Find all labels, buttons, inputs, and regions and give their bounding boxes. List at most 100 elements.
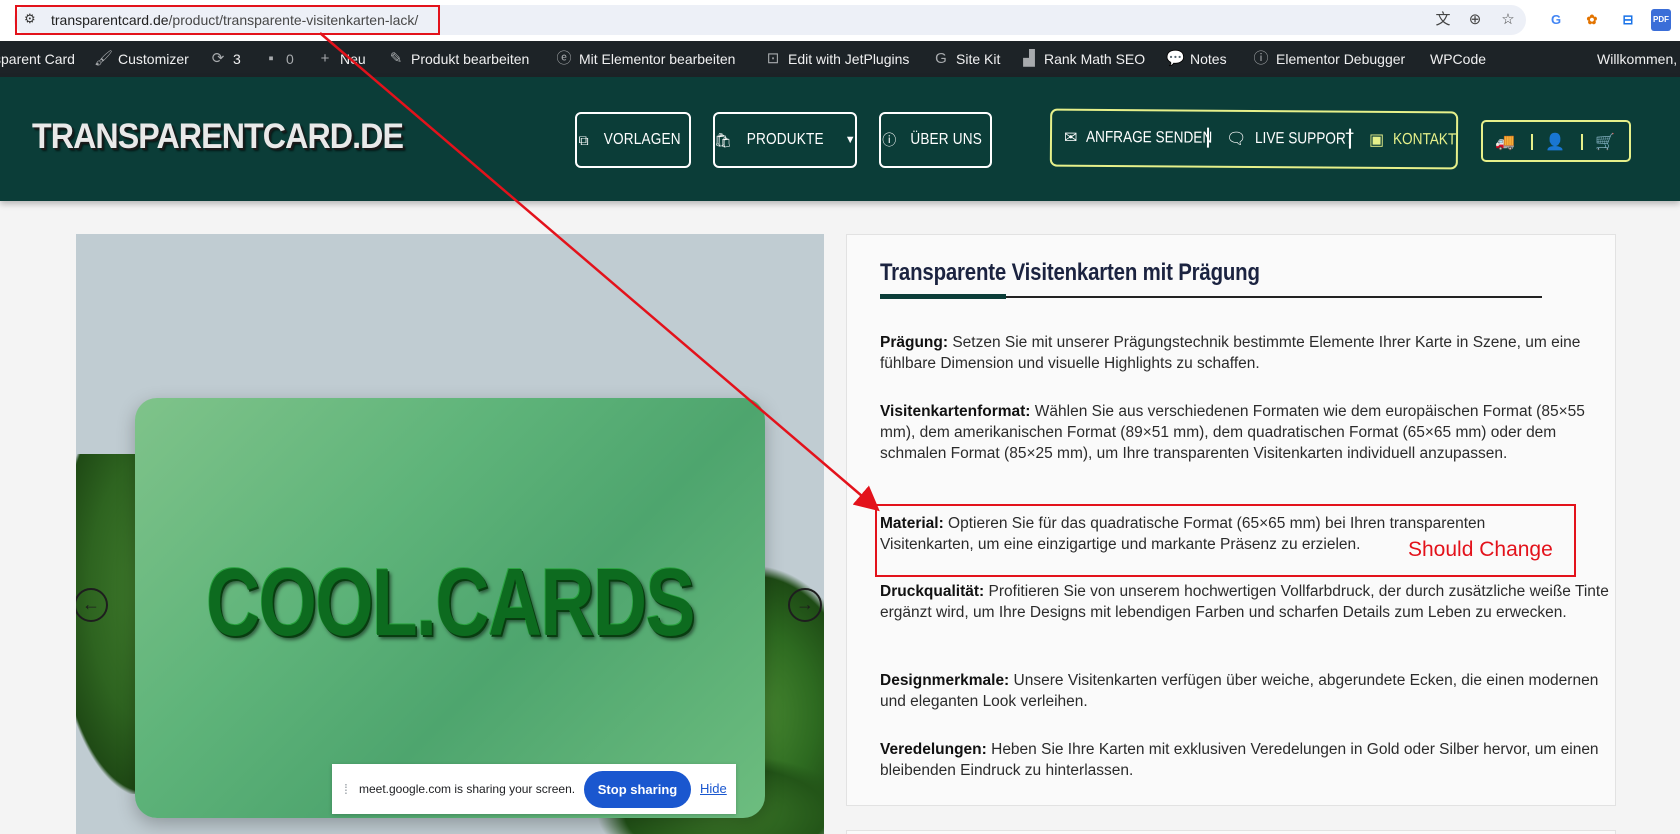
next-panel-edge bbox=[846, 830, 1616, 834]
admin-comments[interactable]: ▪ 0 bbox=[262, 41, 294, 77]
share-message: meet.google.com is sharing your screen. bbox=[359, 782, 576, 796]
cta-divider bbox=[1348, 128, 1352, 149]
product-gallery: COOL.CARDS ← → bbox=[76, 234, 824, 834]
cta-divider bbox=[1206, 127, 1210, 148]
feature-text: Heben Sie Ihre Karten mit exklusiven Ver… bbox=[880, 741, 1599, 779]
new-label: Neu bbox=[340, 51, 366, 67]
next-arrow-icon[interactable]: → bbox=[788, 588, 822, 622]
feature-paragraph: Designmerkmale: Unsere Visitenkarten ver… bbox=[880, 670, 1616, 712]
welcome-label: Willkommen, bbox=[1597, 51, 1678, 67]
edit-product-label: Produkt bearbeiten bbox=[411, 51, 530, 67]
info-icon: ⓘ bbox=[1253, 50, 1269, 67]
chat-icon: 💬 bbox=[1166, 50, 1185, 67]
chevron-down-icon: ▼ bbox=[844, 134, 856, 146]
chat-bubble-icon: 🗨 bbox=[1225, 130, 1247, 148]
rankmath-label: Rank Math SEO bbox=[1044, 51, 1146, 67]
util-divider bbox=[1581, 134, 1583, 150]
feature-label: Veredelungen: bbox=[880, 741, 987, 758]
feature-paragraph: Prägung: Setzen Sie mit unserer Prägungs… bbox=[880, 332, 1616, 374]
customizer-label: Customizer bbox=[118, 51, 189, 67]
cta-group: ✉ ANFRAGE SENDEN 🗨 LIVE SUPPORT ▣ KONTAK… bbox=[1049, 108, 1459, 170]
feature-paragraph: Druckqualität: Profitieren Sie von unser… bbox=[880, 581, 1616, 623]
feature-text: Setzen Sie mit unserer Prägungstechnik b… bbox=[880, 334, 1581, 372]
updates-count: 3 bbox=[233, 51, 241, 67]
elementor-icon: ⓔ bbox=[556, 50, 572, 67]
user-icon[interactable]: 👤 bbox=[1545, 132, 1565, 152]
stop-sharing-button[interactable]: Stop sharing bbox=[584, 771, 691, 808]
description-title: Transparente Visitenkarten mit Prägung bbox=[880, 259, 1260, 286]
cta-anfrage-label: ANFRAGE SENDEN bbox=[1086, 128, 1213, 147]
admin-site-name[interactable]: sparent Card bbox=[0, 41, 75, 77]
refresh-icon: ⟳ bbox=[211, 50, 225, 67]
site-logo[interactable]: TRANSPARENTCARD.DE bbox=[32, 117, 404, 157]
wpcode-label: WPCode bbox=[1430, 51, 1487, 67]
envelope-icon: ✉ bbox=[1063, 129, 1078, 147]
star-icon[interactable]: ☆ bbox=[1497, 9, 1519, 31]
feature-label: Designmerkmale: bbox=[880, 672, 1010, 689]
debugger-label: Elementor Debugger bbox=[1276, 51, 1406, 67]
annotation-url-box bbox=[15, 5, 440, 35]
feature-text: Profitieren Sie von unserem hochwertigen… bbox=[880, 583, 1609, 621]
admin-sitekit[interactable]: G Site Kit bbox=[932, 41, 1000, 77]
google-translate-ext-icon[interactable]: G bbox=[1545, 9, 1567, 31]
product-card-image: COOL.CARDS bbox=[135, 398, 765, 818]
admin-wpcode[interactable]: WPCode bbox=[1430, 41, 1486, 77]
notes-label: Notes bbox=[1190, 51, 1227, 67]
colorful-ext-icon[interactable]: ✿ bbox=[1581, 9, 1603, 31]
site-name-label: sparent Card bbox=[0, 51, 75, 67]
copy-icon: ⧉ bbox=[578, 131, 589, 148]
jet-edit-label: Edit with JetPlugins bbox=[788, 51, 910, 67]
site-header: TRANSPARENTCARD.DE ⧉ VORLAGEN 🛍 PRODUKTE… bbox=[0, 77, 1680, 201]
admin-rankmath[interactable]: ▟ Rank Math SEO bbox=[1020, 41, 1145, 77]
nav-produkte-label: PRODUKTE bbox=[746, 131, 824, 148]
card-logo-text: COOL.CARDS bbox=[206, 549, 695, 656]
admin-welcome[interactable]: Willkommen, bbox=[1597, 41, 1677, 77]
zoom-icon[interactable]: ⊕ bbox=[1464, 9, 1486, 31]
util-divider bbox=[1531, 134, 1533, 150]
hide-link[interactable]: Hide bbox=[700, 781, 727, 796]
cta-kontakt-label: KONTAKT bbox=[1393, 130, 1457, 149]
title-underline-accent bbox=[880, 294, 1006, 299]
feature-label: Visitenkartenformat: bbox=[880, 403, 1031, 420]
screen-share-banner: ⁞ meet.google.com is sharing your screen… bbox=[332, 764, 736, 814]
google-g-icon: G bbox=[935, 50, 947, 67]
drag-handle-icon[interactable]: ⁞ bbox=[344, 781, 348, 797]
admin-debugger[interactable]: ⓘ Elementor Debugger bbox=[1252, 41, 1405, 77]
comments-count: 0 bbox=[286, 51, 294, 67]
rankmath-icon: ▟ bbox=[1023, 50, 1035, 67]
admin-edit-product[interactable]: ✎ Produkt bearbeiten bbox=[387, 41, 530, 77]
translate-icon[interactable]: 文 bbox=[1432, 9, 1454, 31]
truck-icon[interactable]: 🚚 bbox=[1495, 132, 1515, 152]
feature-label: Prägung: bbox=[880, 334, 949, 351]
sitekit-label: Site Kit bbox=[956, 51, 1001, 67]
info-circle-icon: ⓘ bbox=[882, 132, 897, 148]
feature-paragraph: Veredelungen: Heben Sie Ihre Karten mit … bbox=[880, 739, 1616, 781]
cart-icon[interactable]: 🛒 bbox=[1595, 132, 1615, 152]
admin-new[interactable]: + Neu bbox=[316, 41, 366, 77]
cta-anfrage-link[interactable]: ✉ ANFRAGE SENDEN bbox=[1064, 128, 1235, 149]
cta-support-label: LIVE SUPPORT bbox=[1255, 130, 1355, 148]
admin-customizer[interactable]: 🖌 Customizer bbox=[94, 41, 189, 77]
utility-group: 🚚 👤 🛒 bbox=[1481, 120, 1631, 162]
feature-label: Druckqualität: bbox=[880, 583, 985, 600]
screenshot-ext-icon[interactable]: ⊟ bbox=[1617, 9, 1639, 31]
contact-card-icon: ▣ bbox=[1368, 131, 1385, 149]
admin-elementor-edit[interactable]: ⓔ Mit Elementor bearbeiten bbox=[555, 41, 735, 77]
admin-notes[interactable]: 💬 Notes bbox=[1166, 41, 1227, 77]
nav-ueber-uns-button[interactable]: ⓘ ÜBER UNS bbox=[879, 112, 992, 168]
nav-vorlagen-button[interactable]: ⧉ VORLAGEN bbox=[575, 112, 691, 168]
elementor-edit-label: Mit Elementor bearbeiten bbox=[579, 51, 736, 67]
bag-icon: 🛍 bbox=[714, 131, 733, 148]
jet-icon: ⊡ bbox=[766, 50, 780, 67]
wp-admin-bar: sparent Card 🖌 Customizer ⟳ 3 ▪ 0 + Neu ✎ Pro… bbox=[0, 41, 1680, 77]
admin-updates[interactable]: ⟳ 3 bbox=[209, 41, 241, 77]
plus-icon: + bbox=[320, 50, 330, 67]
nav-vorlagen-label: VORLAGEN bbox=[603, 131, 681, 148]
cta-kontakt-link[interactable]: ▣ KONTAKT bbox=[1369, 130, 1468, 151]
pdf-ext-icon[interactable]: PDF bbox=[1651, 9, 1671, 31]
feature-paragraph: Visitenkartenformat: Wählen Sie aus vers… bbox=[880, 401, 1616, 464]
nav-ueber-uns-label: ÜBER UNS bbox=[910, 131, 983, 148]
annotation-note: Should Change bbox=[1408, 538, 1553, 561]
nav-produkte-button[interactable]: 🛍 PRODUKTE ▼ bbox=[713, 112, 857, 168]
admin-jet-edit[interactable]: ⊡ Edit with JetPlugins bbox=[764, 41, 910, 77]
